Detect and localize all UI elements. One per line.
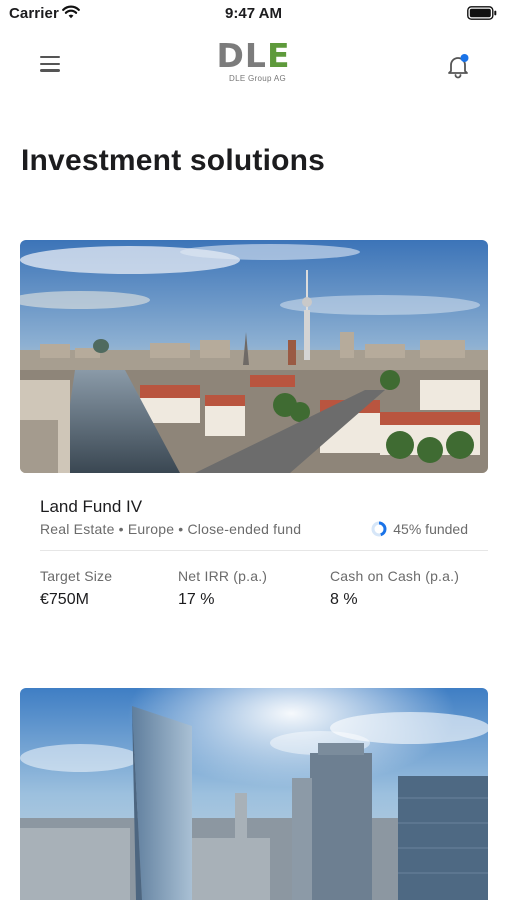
- metric-net-irr: Net IRR (p.a.) 17 %: [178, 568, 267, 609]
- metric-cash-on-cash: Cash on Cash (p.a.) 8 %: [330, 568, 459, 609]
- notification-dot: [460, 54, 469, 62]
- funded-label: 45% funded: [393, 521, 468, 537]
- metric-value: 17 %: [178, 591, 215, 608]
- logo-e: E: [266, 36, 291, 75]
- metric-label: Target Size: [40, 568, 113, 584]
- clock-time: 9:47 AM: [225, 5, 282, 22]
- status-bar: Carrier 9:47 AM: [0, 0, 507, 28]
- fund-card[interactable]: Land Fund IV Real Estate • Europe • Clos…: [20, 240, 488, 608]
- fund-name: Land Fund IV: [40, 497, 143, 516]
- fund-card[interactable]: [20, 688, 488, 900]
- notification-bell-icon[interactable]: [445, 53, 471, 79]
- funding-progress-ring-icon: [371, 521, 387, 537]
- metric-value: €750M: [40, 591, 89, 608]
- logo-dl: DL: [216, 36, 267, 75]
- metric-value: 8 %: [330, 591, 358, 608]
- fund-tags: Real Estate • Europe • Close-ended fund: [40, 521, 302, 537]
- page-title: Investment solutions: [21, 144, 326, 177]
- battery-icon: [467, 6, 497, 20]
- top-navigation: DLE DLE Group AG: [0, 34, 507, 94]
- metric-target-size: Target Size €750M: [40, 568, 112, 609]
- metric-label: Cash on Cash (p.a.): [330, 568, 460, 584]
- funded-status: 45% funded: [371, 521, 468, 537]
- dle-logo: DLE DLE Group AG: [0, 36, 507, 84]
- logo-subtitle: DLE Group AG: [229, 74, 286, 83]
- fund-image-warsaw-skyline: [20, 688, 488, 900]
- fund-image-berlin-skyline: [20, 240, 488, 473]
- card-divider: [40, 550, 488, 551]
- metric-label: Net IRR (p.a.): [178, 568, 268, 584]
